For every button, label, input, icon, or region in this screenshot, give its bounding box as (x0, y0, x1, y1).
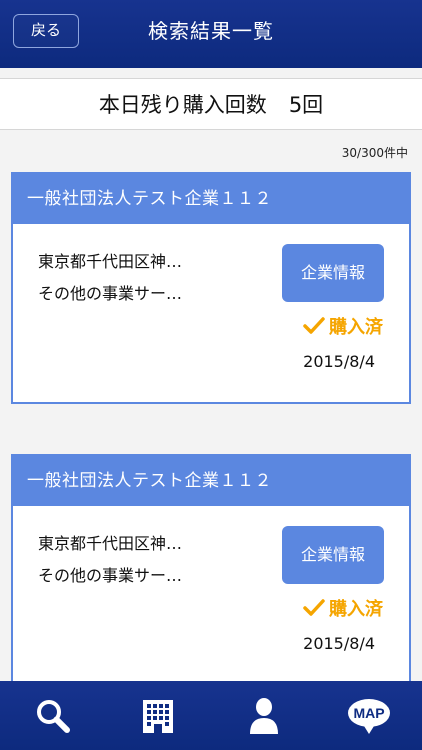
purchased-label: 購入済 (329, 317, 383, 338)
company-card: 一般社団法人テスト企業１１２ 東京都千代田区神… その他の事業サー… 企業情報 … (11, 454, 411, 686)
map-icon: MAP (348, 698, 391, 734)
checkmark-icon (303, 317, 325, 334)
result-count: 30/300件中 (341, 146, 408, 160)
company-address: 東京都千代田区神… (38, 534, 183, 553)
checkmark-icon (303, 599, 325, 616)
company-business: その他の事業サー… (38, 284, 183, 303)
company-card: 一般社団法人テスト企業１１２ 東京都千代田区神… その他の事業サー… 企業情報 … (11, 172, 411, 404)
remaining-label: 本日残り購入回数 (98, 93, 267, 117)
search-icon (36, 699, 70, 733)
company-name[interactable]: 一般社団法人テスト企業１１２ (13, 456, 409, 506)
purchase-date: 2015/8/4 (303, 352, 375, 371)
person-icon (249, 697, 278, 734)
map-label: MAP (354, 705, 385, 721)
building-icon (143, 699, 174, 733)
header-bar: 検索結果一覧 戻る (0, 0, 422, 68)
company-info-button[interactable]: 企業情報 (282, 526, 384, 584)
purchased-label: 購入済 (329, 599, 383, 620)
purchase-date: 2015/8/4 (303, 634, 375, 653)
remaining-count: 5回 (288, 93, 324, 117)
nav-search[interactable] (23, 691, 83, 741)
remaining-purchases-bar: 本日残り購入回数 5回 (0, 78, 422, 130)
nav-map[interactable]: MAP (339, 691, 399, 741)
purchased-badge: 購入済 (303, 596, 383, 620)
nav-companies[interactable] (128, 691, 188, 741)
card-body: 東京都千代田区神… その他の事業サー… 企業情報 購入済 2015/8/4 (13, 224, 409, 402)
back-button[interactable]: 戻る (13, 14, 79, 48)
bottom-nav: MAP (0, 681, 422, 750)
company-business: その他の事業サー… (38, 566, 183, 585)
nav-account[interactable] (234, 691, 294, 741)
company-name[interactable]: 一般社団法人テスト企業１１２ (13, 174, 409, 224)
purchased-badge: 購入済 (303, 314, 383, 338)
company-info-button[interactable]: 企業情報 (282, 244, 384, 302)
company-address: 東京都千代田区神… (38, 252, 183, 271)
card-body: 東京都千代田区神… その他の事業サー… 企業情報 購入済 2015/8/4 (13, 506, 409, 684)
